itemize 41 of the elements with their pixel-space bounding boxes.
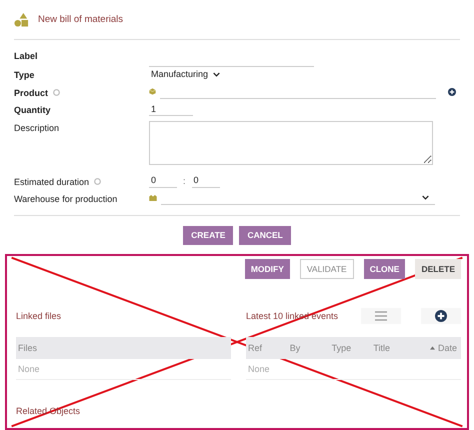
field-label: Estimated duration	[14, 176, 90, 186]
field-label: Description	[14, 122, 60, 132]
page-title: New bill of materials	[38, 14, 123, 24]
chevron-icon	[213, 72, 220, 76]
type-dropdown[interactable]: Manufacturing	[149, 67, 222, 81]
list-view-button[interactable]	[361, 308, 401, 324]
menu-icon	[375, 310, 387, 320]
time-separator: :	[182, 176, 187, 186]
shapes-icon	[14, 12, 29, 26]
field-label: Quantity	[14, 105, 51, 115]
action-button[interactable]: DELETE	[415, 258, 461, 278]
empty-text: None	[18, 364, 40, 374]
field-label: Warehouse for production	[14, 194, 118, 204]
field-label: Type	[14, 70, 34, 80]
add-event-button[interactable]	[421, 308, 461, 324]
column-header[interactable]: Files	[18, 342, 38, 352]
action-button[interactable]: VALIDATE	[300, 258, 354, 278]
column-header[interactable]: Ref	[248, 342, 290, 352]
add-icon	[435, 310, 447, 322]
sort-ascending-icon	[430, 346, 435, 350]
column-header[interactable]: Type	[332, 342, 374, 352]
column-header[interactable]: Date	[415, 342, 459, 352]
add-icon[interactable]	[448, 88, 456, 96]
field-label: Product	[14, 88, 48, 98]
warehouse-icon	[149, 195, 157, 201]
section-title: Latest 10 linked events	[246, 310, 340, 320]
column-header[interactable]: Title	[373, 342, 416, 352]
field-label: Label	[14, 51, 38, 61]
action-button[interactable]: MODIFY	[244, 258, 290, 278]
chevron-icon	[422, 195, 429, 200]
form-button[interactable]: CREATE	[183, 226, 234, 244]
hours-field[interactable]: 0	[149, 174, 177, 188]
section-title: Linked files	[16, 310, 62, 320]
action-button[interactable]: CLONE	[364, 258, 406, 278]
box-icon	[149, 88, 156, 95]
form-button[interactable]: CANCEL	[239, 226, 291, 244]
empty-text: None	[248, 364, 270, 374]
minutes-field[interactable]: 0	[192, 174, 220, 188]
quantity-field[interactable]: 1	[149, 102, 193, 116]
description-field[interactable]	[149, 120, 433, 164]
column-header[interactable]: By	[290, 342, 332, 352]
